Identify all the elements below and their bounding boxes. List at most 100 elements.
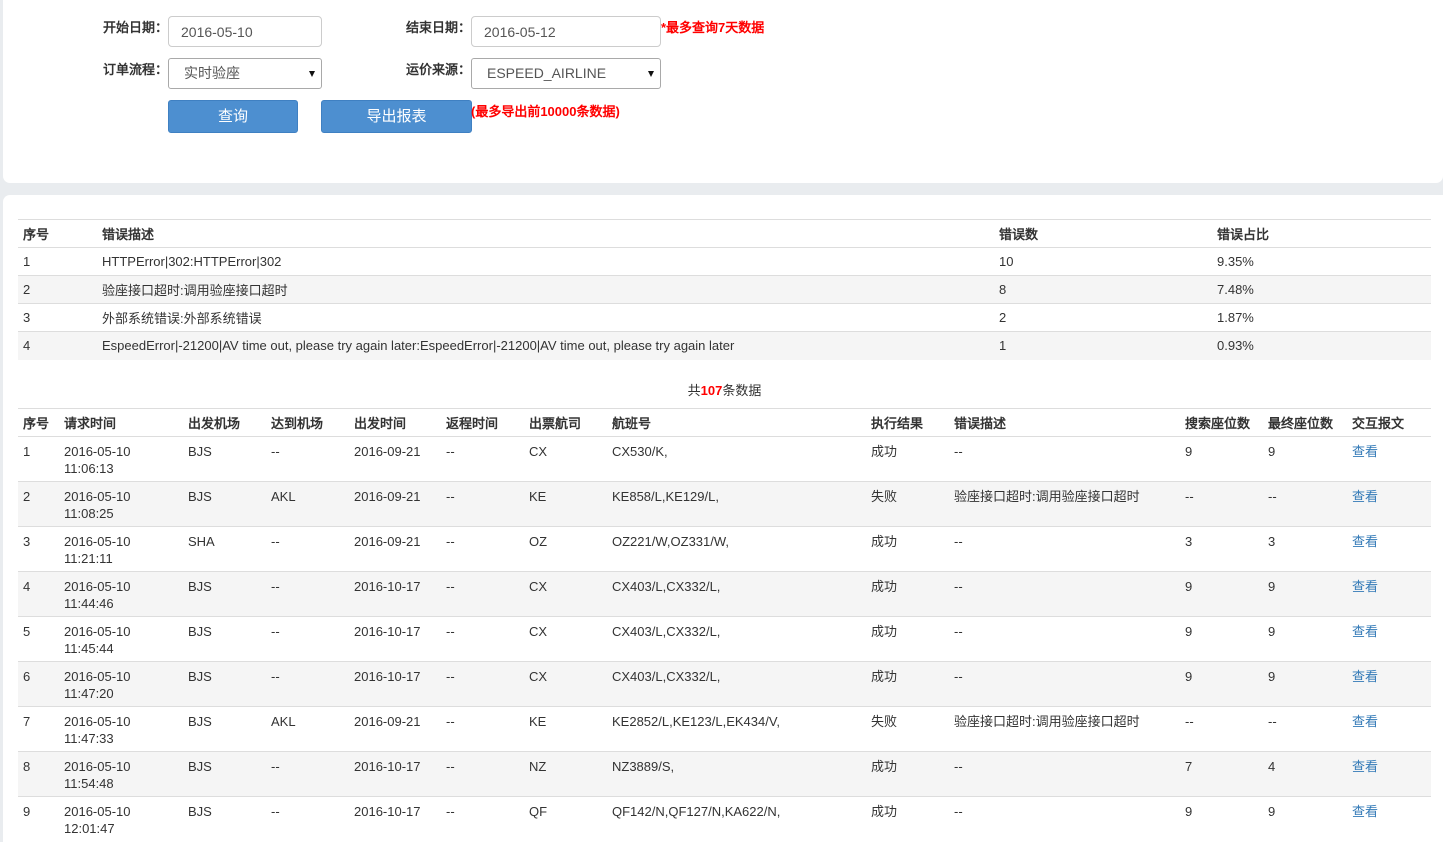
cell-ticketing-airline: KE [524, 481, 607, 527]
cell-return-date: -- [441, 796, 524, 842]
table-row: 5 2016-05-10 11:45:44 BJS -- 2016-10-17 -- CX C… [18, 616, 1431, 662]
column-header-final-seats: 最终座位数 [1263, 408, 1347, 437]
cell-ratio: 1.87% [1212, 303, 1431, 332]
cell-final-seats: 3 [1263, 526, 1347, 572]
cell-result: 成功 [866, 526, 949, 572]
cell-ratio: 9.35% [1212, 247, 1431, 276]
cell-final-seats: 9 [1263, 436, 1347, 482]
cell-ticketing-airline: CX [524, 436, 607, 482]
order-flow-selected-value: 实时验座 [184, 65, 240, 81]
cell-departure-airport: BJS [183, 616, 266, 662]
export-report-button[interactable]: 导出报表 [321, 100, 472, 133]
table-row: 4 EspeedError|-21200|AV time out, please … [18, 331, 1431, 360]
cell-error: 验座接口超时:调用验座接口超时 [949, 706, 1180, 752]
column-header-no: 序号 [18, 219, 97, 248]
cell-view: 查看 [1347, 751, 1431, 797]
table-row: 6 2016-05-10 11:47:20 BJS -- 2016-10-17 -- CX C… [18, 661, 1431, 707]
cell-result: 成功 [866, 436, 949, 482]
cell-ticketing-airline: CX [524, 571, 607, 617]
end-date-label: 结束日期： [406, 20, 472, 35]
table-row: 1 2016-05-10 11:06:13 BJS -- 2016-09-21 -- CX C… [18, 436, 1431, 482]
start-date-input[interactable] [168, 16, 322, 47]
cell-search-seats: -- [1180, 481, 1263, 527]
cell-search-seats: 9 [1180, 661, 1263, 707]
cell-ratio: 0.93% [1212, 331, 1431, 360]
table-row: 7 2016-05-10 11:47:33 BJS AKL 2016-09-21 -- KE… [18, 706, 1431, 752]
cell-result: 失败 [866, 706, 949, 752]
cell-search-seats: 9 [1180, 436, 1263, 482]
view-message-link[interactable]: 查看 [1352, 579, 1378, 594]
end-date-input[interactable] [471, 16, 661, 47]
cell-departure-date: 2016-10-17 [349, 616, 441, 662]
column-header-ticketing-airline: 出票航司 [524, 408, 607, 437]
cell-no: 7 [18, 706, 59, 752]
cell-view: 查看 [1347, 661, 1431, 707]
column-header-return-date: 返程时间 [441, 408, 524, 437]
error-summary-header: 序号 错误描述 错误数 错误占比 [18, 219, 1431, 248]
view-message-link[interactable]: 查看 [1352, 534, 1378, 549]
cell-arrival-airport: -- [266, 526, 349, 572]
cell-departure-airport: BJS [183, 661, 266, 707]
fare-source-label: 运价来源： [406, 62, 472, 77]
table-row: 8 2016-05-10 11:54:48 BJS -- 2016-10-17 -- NZ N… [18, 751, 1431, 797]
cell-search-seats: 9 [1180, 616, 1263, 662]
cell-count: 8 [994, 275, 1212, 304]
cell-result: 成功 [866, 751, 949, 797]
header-row: 序号 请求时间 出发机场 达到机场 出发时间 返程时间 出票航司 航班号 执行结果 错误描述 搜索座… [18, 408, 1431, 437]
cell-final-seats: 4 [1263, 751, 1347, 797]
cell-flights: KE2852/L,KE123/L,EK434/V, [607, 706, 866, 752]
cell-return-date: -- [441, 526, 524, 572]
cell-error: -- [949, 526, 1180, 572]
cell-departure-date: 2016-09-21 [349, 706, 441, 752]
cell-error: -- [949, 436, 1180, 482]
cell-final-seats: 9 [1263, 796, 1347, 842]
cell-no: 2 [18, 275, 97, 304]
cell-ratio: 7.48% [1212, 275, 1431, 304]
cell-flights: CX403/L,CX332/L, [607, 571, 866, 617]
fare-source-select[interactable]: ESPEED_AIRLINE [471, 58, 661, 89]
export-limit-note: (最多导出前10000条数据) [471, 104, 620, 119]
view-message-link[interactable]: 查看 [1352, 759, 1378, 774]
cell-departure-airport: BJS [183, 751, 266, 797]
cell-result: 成功 [866, 796, 949, 842]
cell-no: 3 [18, 526, 59, 572]
error-summary-table: 序号 错误描述 错误数 错误占比 1 HTTPError|302:HTTPError|3… [18, 219, 1431, 360]
view-message-link[interactable]: 查看 [1352, 489, 1378, 504]
cell-no: 8 [18, 751, 59, 797]
cell-view: 查看 [1347, 436, 1431, 482]
cell-no: 1 [18, 436, 59, 482]
column-header-description: 错误描述 [97, 219, 994, 248]
cell-no: 5 [18, 616, 59, 662]
cell-request-time: 2016-05-10 11:47:33 [59, 706, 183, 752]
total-count: 107 [700, 383, 723, 398]
records-body: 1 2016-05-10 11:06:13 BJS -- 2016-09-21 -- CX C… [18, 436, 1431, 842]
cell-no: 1 [18, 247, 97, 276]
view-message-link[interactable]: 查看 [1352, 444, 1378, 459]
cell-final-seats: -- [1263, 481, 1347, 527]
query-button[interactable]: 查询 [168, 100, 298, 133]
header-row: 序号 错误描述 错误数 错误占比 [18, 219, 1431, 248]
order-flow-select[interactable]: 实时验座 [168, 58, 322, 89]
cell-departure-airport: BJS [183, 796, 266, 842]
cell-view: 查看 [1347, 706, 1431, 752]
cell-view: 查看 [1347, 481, 1431, 527]
fare-source-selected-value: ESPEED_AIRLINE [487, 65, 607, 81]
cell-flights: OZ221/W,OZ331/W, [607, 526, 866, 572]
view-message-link[interactable]: 查看 [1352, 804, 1378, 819]
cell-request-time: 2016-05-10 11:45:44 [59, 616, 183, 662]
cell-search-seats: -- [1180, 706, 1263, 752]
column-header-flights: 航班号 [607, 408, 866, 437]
cell-departure-date: 2016-09-21 [349, 481, 441, 527]
cell-error: -- [949, 616, 1180, 662]
table-row: 2 验座接口超时:调用验座接口超时 8 7.48% [18, 275, 1431, 304]
column-header-no: 序号 [18, 408, 59, 437]
cell-departure-airport: BJS [183, 706, 266, 752]
cell-no: 4 [18, 571, 59, 617]
cell-arrival-airport: -- [266, 751, 349, 797]
cell-departure-date: 2016-10-17 [349, 751, 441, 797]
view-message-link[interactable]: 查看 [1352, 669, 1378, 684]
view-message-link[interactable]: 查看 [1352, 714, 1378, 729]
view-message-link[interactable]: 查看 [1352, 624, 1378, 639]
cell-return-date: -- [441, 571, 524, 617]
column-header-search-seats: 搜索座位数 [1180, 408, 1263, 437]
